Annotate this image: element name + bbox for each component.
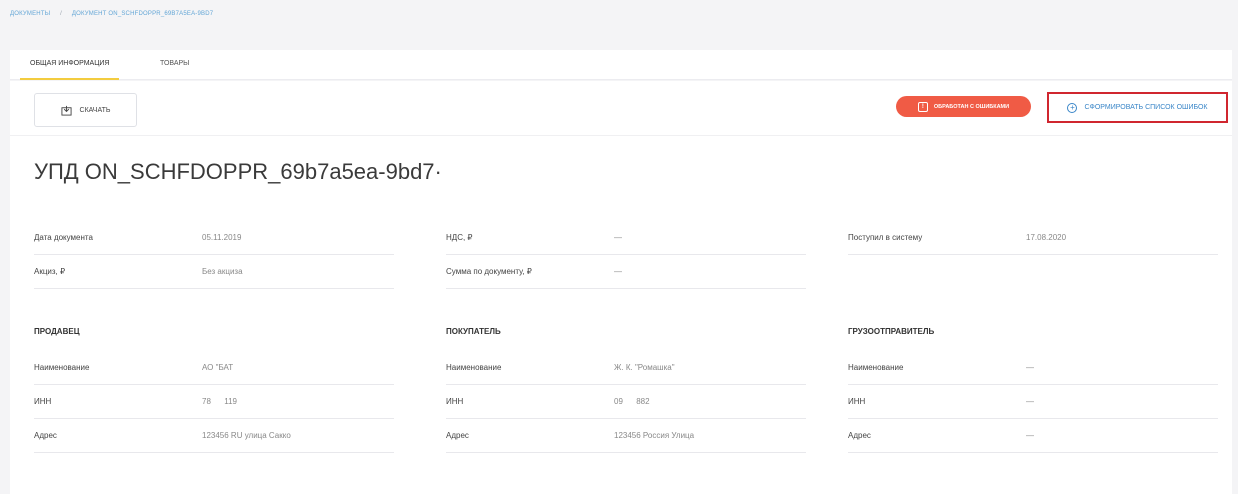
breadcrumb-separator: / (60, 11, 62, 17)
toolbar: СКАЧАТЬ ! ОБРАБОТАН С ОШИБКАМИ + СФОРМИР… (10, 81, 1232, 136)
field-label: Наименование (34, 363, 90, 372)
error-icon: ! (917, 101, 928, 112)
summary-column-2: НДС, ₽ — Сумма по документу, ₽ — (446, 221, 806, 289)
page: ДОКУМЕНТЫ / ДОКУМЕНТ ON_SCHFDOPPR_69b7a5… (0, 0, 1238, 494)
seller-row: Наименование АО "БАТ (34, 351, 394, 385)
summary-column-3: Поступил в систему 17.08.2020 (848, 221, 1218, 255)
field-value: — (1026, 397, 1034, 406)
field-label: ИНН (446, 397, 464, 406)
shipper-section-title: ГРУЗООТПРАВИТЕЛЬ (848, 327, 935, 336)
tab-general-info[interactable]: ОБЩАЯ ИНФОРМАЦИЯ (19, 60, 121, 80)
field-label: Адрес (34, 431, 57, 440)
field-value: АО "БАТ (202, 363, 234, 372)
breadcrumb-current-link[interactable]: ДОКУМЕНТ ON_SCHFDOPPR_69b7a5ea-9bd7 (72, 11, 213, 17)
shipper-row: Адрес — (848, 419, 1218, 453)
summary-row: НДС, ₽ — (446, 221, 806, 255)
status-badge-label: ОБРАБОТАН С ОШИБКАМИ (933, 103, 1010, 110)
summary-column-1: Дата документа 05.11.2019 Акциз, ₽ Без а… (34, 221, 394, 289)
breadcrumb-root-link[interactable]: ДОКУМЕНТЫ (10, 11, 50, 17)
field-value: 123456 RU улица Сакко (202, 431, 291, 440)
seller-section: Наименование АО "БАТ ИНН 78 119 Адрес 12… (34, 351, 394, 453)
tab-goods[interactable]: ТОВАРЫ (160, 60, 189, 67)
field-value: 09 882 (614, 397, 650, 406)
download-icon (60, 105, 72, 116)
field-label: Дата документа (34, 233, 93, 242)
document-title: УПД ON_SCHFDOPPR_69b7a5ea-9bd7· (34, 159, 442, 184)
status-badge: ! ОБРАБОТАН С ОШИБКАМИ (896, 96, 1031, 117)
field-label: Наименование (848, 363, 904, 372)
field-value: 17.08.2020 (1026, 233, 1067, 242)
download-label: СКАЧАТЬ (79, 106, 111, 114)
field-value: Без акциза (202, 267, 243, 276)
field-label: Адрес (848, 431, 871, 440)
seller-row: ИНН 78 119 (34, 385, 394, 419)
form-error-list-label: СФОРМИРОВАТЬ СПИСОК ОШИБОК (1084, 104, 1208, 111)
field-value: — (1026, 431, 1034, 440)
field-value: 05.11.2019 (202, 233, 242, 242)
field-value: — (1026, 363, 1034, 372)
field-value: — (614, 267, 622, 276)
summary-row: Акциз, ₽ Без акциза (34, 255, 394, 289)
main-content: СКАЧАТЬ ! ОБРАБОТАН С ОШИБКАМИ + СФОРМИР… (10, 81, 1232, 494)
field-label: ИНН (34, 397, 52, 406)
field-label: ИНН (848, 397, 866, 406)
buyer-row: Адрес 123456 Россия Улица (446, 419, 806, 453)
buyer-row: ИНН 09 882 (446, 385, 806, 419)
field-label: Акциз, ₽ (34, 267, 66, 276)
form-error-list-button[interactable]: + СФОРМИРОВАТЬ СПИСОК ОШИБОК (1047, 92, 1228, 123)
shipper-row: ИНН — (848, 385, 1218, 419)
field-label: Адрес (446, 431, 469, 440)
summary-row: Сумма по документу, ₽ — (446, 255, 806, 289)
seller-row: Адрес 123456 RU улица Сакко (34, 419, 394, 453)
field-value: 78 119 (202, 397, 237, 406)
field-value: Ж. К. "Ромашка" (614, 363, 675, 372)
buyer-section: Наименование Ж. К. "Ромашка" ИНН 09 882 … (446, 351, 806, 453)
buyer-section-title: ПОКУПАТЕЛЬ (446, 327, 501, 336)
field-label: НДС, ₽ (446, 233, 473, 242)
field-value: 123456 Россия Улица (614, 431, 695, 440)
shipper-row: Наименование — (848, 351, 1218, 385)
plus-circle-icon: + (1067, 102, 1078, 113)
breadcrumb: ДОКУМЕНТЫ / ДОКУМЕНТ ON_SCHFDOPPR_69b7a5… (10, 11, 213, 17)
buyer-row: Наименование Ж. К. "Ромашка" (446, 351, 806, 385)
tabs-bar: ОБЩАЯ ИНФОРМАЦИЯ ТОВАРЫ (10, 50, 1232, 80)
shipper-section: Наименование — ИНН — Адрес — (848, 351, 1218, 453)
field-label: Наименование (446, 363, 502, 372)
summary-row: Поступил в систему 17.08.2020 (848, 221, 1218, 255)
seller-section-title: ПРОДАВЕЦ (34, 327, 80, 336)
field-label: Сумма по документу, ₽ (446, 267, 532, 276)
summary-row: Дата документа 05.11.2019 (34, 221, 394, 255)
field-label: Поступил в систему (848, 233, 923, 242)
field-value: — (614, 233, 622, 242)
download-button[interactable]: СКАЧАТЬ (34, 93, 137, 127)
